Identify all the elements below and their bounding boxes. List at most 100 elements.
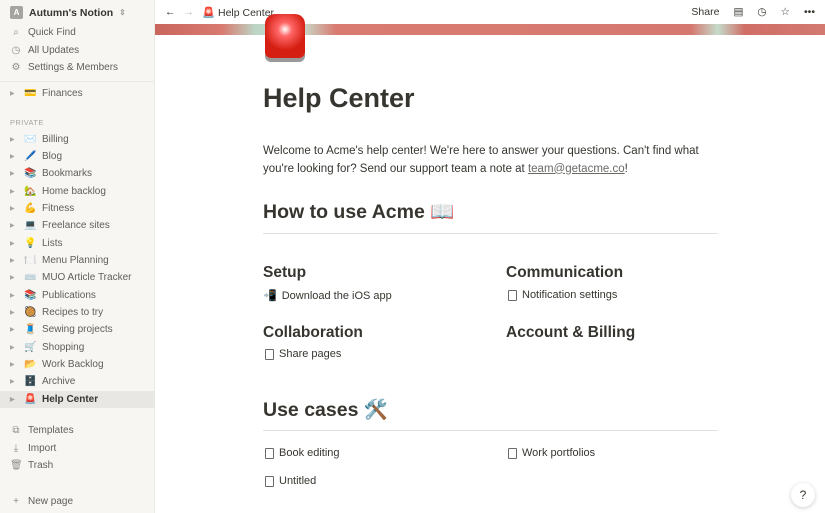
heading-account-billing: Account & Billing [506,324,636,341]
workspace-avatar: A [10,6,23,19]
page-emoji-icon: 💡 [24,237,37,249]
expand-icon[interactable]: ▶ [10,188,18,195]
expand-icon[interactable]: ▶ [10,361,18,368]
sidebar-item-label: Recipes to try [42,307,104,318]
sidebar-item-quick-find[interactable]: ⌕ Quick Find [0,24,155,41]
sidebar-item-templates[interactable]: ⧉ Templates [0,422,155,439]
sidebar-item-label: Blog [42,150,63,162]
clock-icon: ◷ [11,44,21,56]
link-work-portfolios[interactable]: Work portfolios [508,447,595,459]
page-icon [265,348,274,360]
sidebar-item-label: Menu Planning [42,254,109,266]
link-label: Untitled [279,475,317,487]
sidebar-item-sewing-projects[interactable]: ▶ 🧵 Sewing projects [0,321,155,338]
star-icon[interactable]: ☆ [781,6,790,18]
intro-paragraph[interactable]: Welcome to Acme's help center! We're her… [263,143,713,178]
expand-icon[interactable]: ▶ [10,274,18,281]
sidebar-item-settings-members[interactable]: ⚙ Settings & Members [0,59,155,76]
divider [263,430,718,431]
expand-icon[interactable]: ▶ [10,222,18,229]
help-button[interactable]: ? [791,483,815,507]
sidebar-item-archive[interactable]: ▶ 🗄️ Archive [0,373,155,390]
sidebar-item-muo-article-tracker[interactable]: ▶ ⌨️ MUO Article Tracker [0,269,155,286]
sidebar-item-all-updates[interactable]: ◷ All Updates [0,42,155,59]
sidebar-item-trash[interactable]: 🗑 Trash [0,457,155,474]
expand-icon[interactable]: ▶ [10,378,18,385]
page-emoji-icon: 💪 [24,202,37,214]
link-share-pages[interactable]: Share pages [265,348,341,360]
link-label: Share pages [279,348,342,360]
expand-icon[interactable]: ▶ [10,326,18,333]
workspace-switcher[interactable]: A Autumn's Notion ⇕ [0,4,155,21]
sidebar-item-menu-planning[interactable]: ▶ 🍽️ Menu Planning [0,252,155,269]
page-emoji-icon: 💻 [24,220,37,232]
expand-icon[interactable]: ▶ [10,90,18,97]
expand-icon[interactable]: ▶ [10,396,18,403]
email-link[interactable]: team@getacme.co [528,163,625,175]
expand-icon[interactable]: ▶ [10,240,18,247]
sidebar-item-billing[interactable]: ▶ ✉️ Billing [0,131,155,148]
link-book-editing[interactable]: Book editing [265,447,340,459]
sidebar-item-label: Fitness [42,202,75,214]
sidebar-item-blog[interactable]: ▶ 🖊️ Blog [0,148,155,165]
sidebar-item-import[interactable]: ⤓ Import [0,440,155,457]
heading-setup: Setup [263,264,307,281]
breadcrumb[interactable]: 🚨 Help Center [202,6,274,19]
new-page-label: New page [28,496,74,507]
expand-icon[interactable]: ▶ [10,344,18,351]
back-arrow-icon[interactable]: ← [165,6,176,18]
sidebar-item-finances[interactable]: ▶ 💳 Finances [0,85,155,102]
sidebar-item-home-backlog[interactable]: ▶ 🏡 Home backlog [0,183,155,200]
expand-icon[interactable]: ▶ [10,257,18,264]
sidebar-item-label: Freelance sites [42,220,110,232]
sidebar-item-label: Home backlog [42,185,106,197]
sidebar-item-label: Templates [28,425,74,436]
sidebar-item-label: Lists [42,237,63,249]
page-title[interactable]: Help Center [263,83,415,114]
sidebar-item-fitness[interactable]: ▶ 💪 Fitness [0,200,155,217]
sidebar-item-bookmarks[interactable]: ▶ 📚 Bookmarks [0,165,155,182]
expand-icon[interactable]: ▶ [10,170,18,177]
page-emoji-icon: 🗄️ [24,376,37,388]
link-untitled[interactable]: Untitled [265,475,316,487]
sidebar-item-label: Bookmarks [42,168,93,180]
sidebar-item-recipes-to-try[interactable]: ▶ 🥘 Recipes to try [0,304,155,321]
link-notification-settings[interactable]: Notification settings [508,289,617,301]
more-dots-icon[interactable]: ••• [804,6,815,18]
share-button[interactable]: Share [691,6,719,18]
sidebar-item-freelance-sites[interactable]: ▶ 💻 Freelance sites [0,217,155,234]
import-icon: ⤓ [13,442,19,454]
expand-icon[interactable]: ▶ [10,292,18,299]
sidebar-item-label: Billing [42,133,69,145]
alarm-light-page-icon[interactable] [265,14,305,58]
cover-image[interactable] [155,24,825,35]
sidebar-item-lists[interactable]: ▶ 💡 Lists [0,235,155,252]
sidebar-item-label: Sewing projects [42,324,113,336]
expand-icon[interactable]: ▶ [10,205,18,212]
link-download-ios-app[interactable]: 📲 Download the iOS app [263,289,392,303]
search-icon: ⌕ [13,27,19,38]
history-clock-icon[interactable]: ◷ [757,6,766,18]
comment-icon[interactable]: ▤ [733,6,743,18]
new-page-button[interactable]: + New page [0,493,155,510]
link-label: Download the iOS app [281,289,392,302]
sidebar-item-shopping[interactable]: ▶ 🛒 Shopping [0,339,155,356]
sidebar-item-label: Work Backlog [42,359,104,371]
sidebar-item-help-center[interactable]: ▶ 🚨 Help Center [0,390,155,408]
templates-icon: ⧉ [12,425,20,436]
heading-communication: Communication [506,264,624,281]
expand-icon[interactable]: ▶ [10,309,18,316]
sidebar-item-work-backlog[interactable]: ▶ 📂 Work Backlog [0,356,155,373]
expand-icon[interactable]: ▶ [10,136,18,143]
page-emoji-icon: 💳 [24,88,37,99]
section-label-private: PRIVATE [10,118,44,127]
sidebar-item-publications[interactable]: ▶ 📚 Publications [0,287,155,304]
workspace-name: Autumn's Notion [29,6,114,19]
forward-arrow-icon[interactable]: → [184,6,195,18]
page-icon [265,475,274,487]
expand-icon[interactable]: ▶ [10,153,18,160]
sidebar-item-label: All Updates [28,44,80,56]
page-emoji-icon: 🖊️ [24,150,37,162]
breadcrumb-title: Help Center [218,6,275,19]
page-emoji-icon: 🧵 [24,324,37,336]
